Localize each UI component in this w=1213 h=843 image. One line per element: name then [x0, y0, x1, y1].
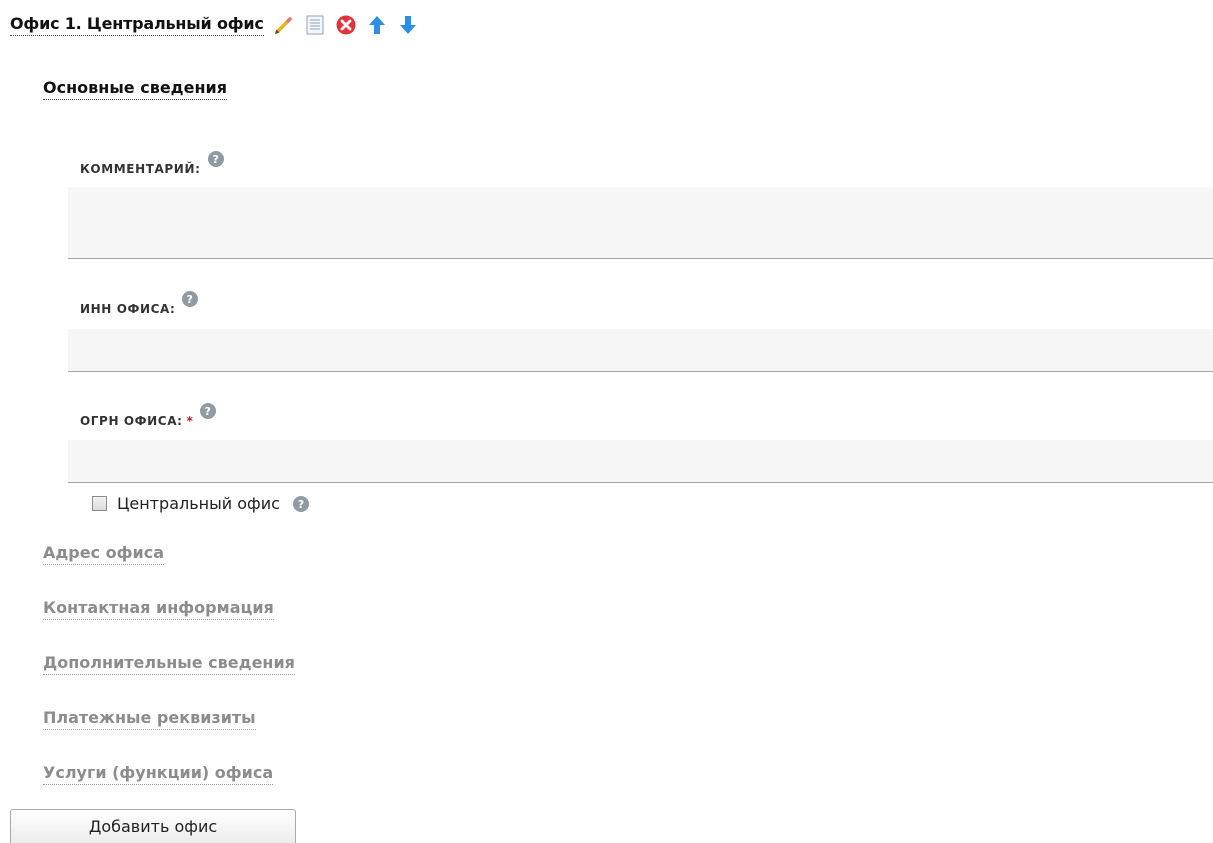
comment-label: КОММЕНТАРИЙ: ? [80, 151, 225, 176]
ogrn-input[interactable] [68, 440, 1213, 483]
help-icon[interactable]: ? [181, 290, 199, 308]
document-icon[interactable] [304, 14, 326, 36]
section-contact-info[interactable]: Контактная информация [43, 598, 274, 620]
inn-input[interactable] [68, 329, 1213, 372]
section-office-address[interactable]: Адрес офиса [43, 543, 165, 565]
svg-text:?: ? [205, 405, 212, 418]
edit-pencil-icon[interactable] [273, 14, 295, 36]
ogrn-field: ОГРН ОФИСА: * ? [68, 394, 1213, 484]
delete-icon[interactable] [335, 14, 357, 36]
central-office-label[interactable]: Центральный офис [117, 494, 280, 513]
move-up-icon[interactable] [366, 14, 388, 36]
comment-textarea[interactable] [68, 187, 1213, 259]
office-form: Офис 1. Центральный офис Основные сведен… [0, 0, 1213, 843]
central-office-row: Центральный офис ? [92, 494, 310, 513]
required-marker: * [186, 414, 194, 428]
office-title[interactable]: Офис 1. Центральный офис [10, 14, 264, 36]
section-main-info[interactable]: Основные сведения [43, 78, 227, 100]
help-icon[interactable]: ? [207, 150, 225, 168]
section-payment-details[interactable]: Платежные реквизиты [43, 708, 256, 730]
svg-text:?: ? [212, 153, 219, 166]
section-office-services[interactable]: Услуги (функции) офиса [43, 763, 274, 785]
move-down-icon[interactable] [397, 14, 419, 36]
inn-field: ИНН ОФИСА: ? [68, 282, 1213, 372]
help-icon[interactable]: ? [292, 495, 310, 513]
office-header: Офис 1. Центральный офис [10, 10, 419, 40]
ogrn-label: ОГРН ОФИСА: * ? [80, 403, 217, 428]
comment-field: КОММЕНТАРИЙ: ? [68, 140, 1213, 260]
inn-label: ИНН ОФИСА: ? [80, 291, 199, 316]
svg-text:?: ? [187, 293, 194, 306]
help-icon[interactable]: ? [199, 402, 217, 420]
svg-text:?: ? [298, 498, 304, 511]
central-office-checkbox[interactable] [92, 496, 107, 511]
add-office-button[interactable]: Добавить офис [10, 809, 296, 843]
section-additional-info[interactable]: Дополнительные сведения [43, 653, 295, 675]
